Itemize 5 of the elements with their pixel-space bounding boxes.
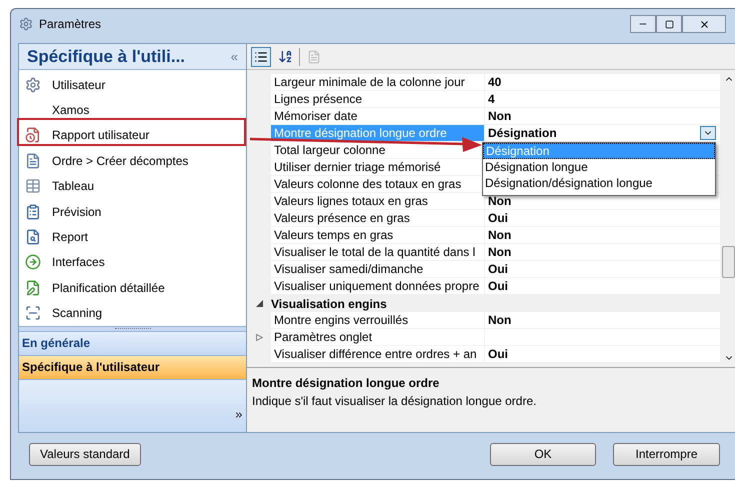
window-title: Paramètres (39, 16, 102, 33)
sidebar-title: Spécifique à l'utili... (27, 46, 186, 68)
description-title: Montre désignation longue ordre (252, 375, 440, 392)
description-text: Indique s'il faut visualiser la désignation longue ordre. (252, 393, 538, 410)
category-label: Visualisation engins (271, 296, 387, 312)
